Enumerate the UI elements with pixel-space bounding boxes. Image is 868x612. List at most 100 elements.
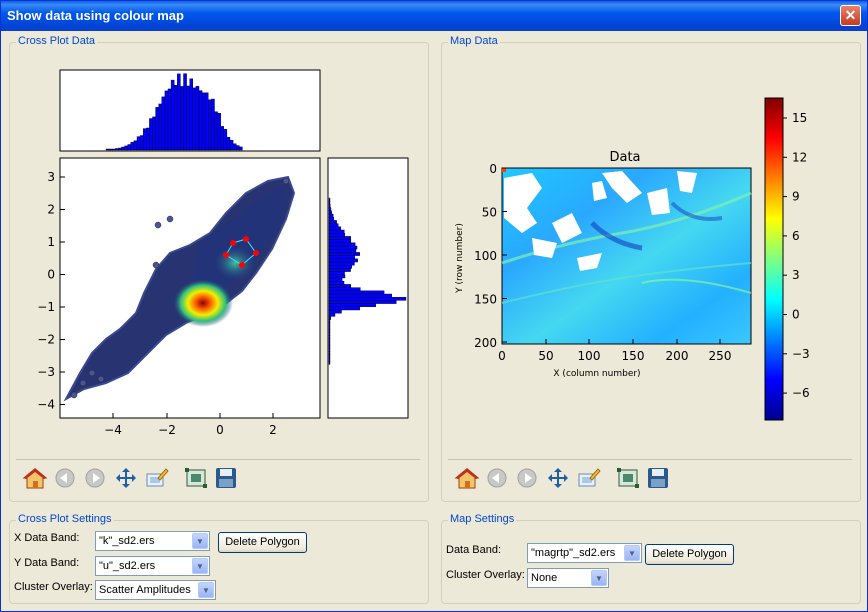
y-histogram-bar [328, 274, 346, 279]
y-histogram-bar [328, 252, 360, 256]
map-cluster-value: None [531, 572, 558, 584]
scatter-plot[interactable]: −4 −2 0 2 3 2 1 0 −1 −2 −3 −4 [37, 157, 321, 437]
y-histogram-bar [328, 341, 331, 346]
home-icon[interactable] [454, 466, 480, 490]
cross-plot-toolbar [16, 459, 420, 491]
pan-icon[interactable] [545, 466, 571, 490]
map-band-select[interactable]: "magrtp"_sd2.ers ▼ [527, 543, 642, 563]
x-histogram-bar [127, 144, 131, 151]
x-histogram-bar [139, 135, 144, 151]
pan-icon[interactable] [113, 466, 139, 490]
back-icon[interactable] [52, 466, 78, 490]
y-histogram-bar [328, 332, 331, 336]
scatter-xtick-label: −4 [104, 423, 122, 437]
x-histogram-bar [177, 73, 181, 151]
save-icon[interactable] [645, 466, 671, 490]
y-histogram-bar [328, 325, 331, 330]
main-window: Show data using colour map ✕ Cross Plot … [0, 0, 868, 612]
x-histogram-bar [142, 128, 147, 151]
chevron-down-icon[interactable]: ▼ [198, 582, 214, 598]
map-group: Map Data Data 0 50 100 150 200 250 0 50 … [441, 35, 861, 502]
chevron-down-icon[interactable]: ▼ [192, 558, 208, 574]
save-icon[interactable] [213, 466, 239, 490]
forward-icon[interactable] [514, 466, 540, 490]
forward-icon[interactable] [82, 466, 108, 490]
x-histogram-bar [208, 99, 212, 151]
map-xtick-label: 200 [666, 349, 689, 363]
scatter-ytick-label: 3 [47, 170, 55, 184]
x-histogram-bar [167, 88, 172, 151]
map-ylabel: Y (row number) [455, 223, 465, 294]
y-histogram-bar [328, 255, 355, 260]
chevron-down-icon[interactable]: ▼ [192, 533, 208, 549]
scatter-ytick-label: 1 [47, 235, 55, 249]
x-histogram-bar [136, 136, 141, 151]
y-histogram-bar [328, 329, 331, 333]
x-histogram-bar [217, 112, 221, 151]
x-histogram-bar [201, 92, 206, 151]
x-band-select[interactable]: "k"_sd2.ers ▼ [95, 531, 210, 551]
y-histogram-bar [328, 303, 377, 308]
y-histogram-bar [328, 236, 351, 240]
subplots-icon[interactable] [615, 466, 641, 490]
close-button[interactable]: ✕ [840, 5, 861, 26]
x-band-label: X Data Band: [14, 532, 80, 544]
y-histogram-bar [328, 223, 339, 228]
x-histogram-bar [170, 79, 175, 151]
map-delete-polygon-button[interactable]: Delete Polygon [645, 544, 734, 565]
cross-plot-cluster-value: Scatter Amplitudes [99, 584, 191, 596]
x-histogram-bar [180, 86, 184, 151]
map-figure[interactable]: Data 0 50 100 150 200 250 050100150200 X… [442, 43, 860, 443]
x-histogram-bar [198, 90, 203, 151]
cross-plot-delete-polygon-button[interactable]: Delete Polygon [218, 532, 307, 553]
y-histogram-bar [328, 351, 331, 356]
y-histogram-bar [328, 293, 392, 298]
subplots-icon[interactable] [183, 466, 209, 490]
home-icon[interactable] [22, 466, 48, 490]
map-xtick-label: 100 [578, 349, 601, 363]
y-histogram-bar [328, 338, 331, 343]
y-histogram-bar [328, 242, 356, 247]
x-histogram-bar [158, 103, 162, 151]
x-histogram-bar [239, 146, 243, 151]
x-histogram-bar [152, 116, 156, 151]
window-title: Show data using colour map [7, 8, 184, 23]
y-band-select[interactable]: "u"_sd2.ers ▼ [95, 556, 210, 576]
x-histogram-bar [130, 142, 135, 151]
chevron-down-icon[interactable]: ▼ [624, 545, 640, 561]
zoom-icon[interactable] [144, 466, 170, 490]
back-icon[interactable] [484, 466, 510, 490]
y-histogram-bar [328, 204, 331, 208]
x-histogram-bar [232, 143, 237, 151]
map-ytick-label: 100 [474, 249, 497, 263]
y-histogram-bar [328, 296, 407, 301]
colorbar-tick-label: 6 [792, 229, 800, 243]
x-histogram-bar [211, 98, 215, 151]
y-histogram-bar [328, 348, 331, 352]
colorbar: 15 12 9 6 3 0 −3 −6 [764, 97, 810, 421]
y-histogram-bar [328, 354, 331, 359]
map-xtick-label: 50 [538, 349, 553, 363]
map-image[interactable]: 0 50 100 150 200 250 0 50 100 150 200 [474, 162, 752, 363]
x-histogram-bar [121, 146, 125, 151]
y-histogram-bar [328, 300, 397, 304]
colorbar-tick-label: 3 [792, 268, 800, 282]
y-histogram-bar [328, 309, 342, 314]
y-histogram-bar [328, 280, 345, 285]
map-ytick-label: 150 [474, 293, 497, 307]
cross-plot-figure[interactable]: −4 −2 0 2 3 2 1 0 −1 −2 −3 −4 [10, 43, 428, 443]
colorbar-tick-label: 0 [792, 308, 800, 322]
scatter-xtick-label: 2 [269, 423, 277, 437]
scatter-ytick-label: −1 [37, 300, 55, 314]
y-histogram-bar [328, 361, 331, 365]
y-histogram-bar [328, 319, 331, 324]
cross-plot-cluster-select[interactable]: Scatter Amplitudes ▼ [95, 580, 216, 600]
map-cluster-select[interactable]: None ▼ [527, 568, 609, 588]
chevron-down-icon[interactable]: ▼ [591, 570, 607, 586]
x-histogram-bar [124, 145, 128, 151]
map-ytick-label: 50 [482, 206, 497, 220]
map-xlabel: X (column number) [553, 369, 640, 379]
x-histogram-bar [192, 87, 197, 151]
zoom-icon[interactable] [576, 466, 602, 490]
x-histogram-bar [164, 90, 169, 151]
